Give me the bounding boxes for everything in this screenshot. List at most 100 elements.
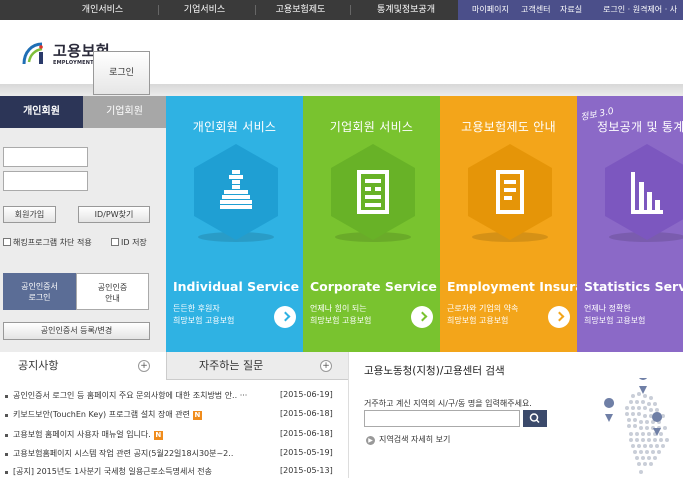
service-title: 고용보험제도 안내 [461, 120, 556, 134]
service-desc-2: 희망보험 고용보험 [310, 316, 372, 325]
region-search-input[interactable] [364, 410, 520, 427]
top-nav: 개인서비스 기업서비스 고용보험제도 통계및정보공개 마이페이지 고객센터 자료… [0, 0, 683, 20]
notice-text[interactable]: 키보드보안(TouchEn Key) 프로그램 설치 장애 관련 [13, 410, 190, 419]
bullet-icon [5, 395, 8, 398]
service-english-title: Statistics Service [584, 279, 683, 294]
save-id-label: ID 저장 [121, 238, 147, 247]
find-idpw-button[interactable]: ID/PW찾기 [78, 206, 150, 223]
tab-faq[interactable]: 자주하는 질문 + [166, 352, 348, 380]
bullet-icon [5, 471, 8, 474]
cert-guide-line2: 안내 [105, 294, 120, 303]
service-desc-2: 희망보험 고용보험 [447, 316, 509, 325]
notice-date: [2015-06-18] [280, 409, 333, 418]
new-badge: N [153, 431, 163, 440]
tab-corporate-member[interactable]: 기업회원 [83, 96, 166, 128]
cert-guide-button[interactable]: 공인인증안내 [76, 273, 149, 310]
bullet-icon [5, 434, 8, 437]
notice-text-wrap[interactable]: 고용보험 홈페이지 사용자 매뉴얼 입니다. N [13, 429, 163, 440]
service-title: 기업회원 서비스 [329, 120, 414, 134]
notice-text[interactable]: 고용보험홈페이지 시스템 작업 관련 공지(5월22일18시30분~2.. [13, 448, 233, 459]
notice-text[interactable]: [공지] 2015년도 1사분기 국세청 일용근로소득명세서 전송 [13, 466, 212, 477]
section-divider [348, 352, 349, 478]
utility-bar: 마이페이지 고객센터 자료실 로그인 · 원격제어 · 사 [458, 0, 683, 20]
notice-date: [2015-06-18] [280, 429, 333, 438]
list-item[interactable]: [공지] 2015년도 1사분기 국세청 일용근로소득명세서 전송 [2015-… [5, 466, 340, 478]
center-search-desc: 거주하고 계신 지역의 시/구/동 명을 입력해주세요. [364, 399, 532, 408]
bullet-icon [5, 414, 8, 417]
service-desc-2: 희망보험 고용보험 [173, 316, 235, 325]
notice-title: 공지사항 [18, 359, 59, 372]
person-icon [220, 170, 252, 209]
bullet-icon [5, 453, 8, 456]
individual-service-panel[interactable]: 개인회원 서비스 Individual Service 든든한 후원자 희망보험… [166, 96, 303, 352]
user-id-input[interactable] [3, 147, 88, 167]
region-search-detail-label: 지역검색 자세히 보기 [379, 435, 451, 444]
login-panel: 개인회원 기업회원 [0, 96, 166, 352]
cert-login-line1: 공인인증서 [21, 282, 58, 291]
customer-center-link[interactable]: 고객센터 [521, 0, 550, 20]
notice-text-wrap[interactable]: 키보드보안(TouchEn Key) 프로그램 설치 장애 관련 N [13, 409, 202, 420]
nav-corporate-services[interactable]: 기업서비스 [162, 0, 247, 20]
plus-icon[interactable]: + [320, 360, 332, 372]
employment-insurance-panel[interactable]: 고용보험제도 안내 Employment Insurance 근로자와 기업의 … [440, 96, 577, 352]
corporate-service-panel[interactable]: 기업회원 서비스 Corporate Service 언제나 힘이 되는 희망보… [303, 96, 440, 352]
service-desc-1: 언제나 정확한 [584, 304, 631, 313]
service-desc-2: 희망보험 고용보험 [584, 316, 646, 325]
mypage-link[interactable]: 마이페이지 [472, 0, 509, 20]
service-title: 정보공개 및 통계 [597, 120, 683, 134]
nav-divider [255, 5, 256, 15]
notice-date: [2015-06-19] [280, 390, 333, 399]
join-button[interactable]: 회원가입 [3, 206, 56, 223]
hacking-block-label: 해킹프로그램 차단 적용 [13, 238, 92, 247]
cert-login-button[interactable]: 공인인증서로그인 [3, 273, 76, 310]
list-item[interactable]: 고용보험 홈페이지 사용자 매뉴얼 입니다. N [2015-06-18] [5, 429, 340, 442]
nav-divider [350, 5, 351, 15]
arrow-right-icon[interactable] [411, 306, 433, 328]
cert-register-button[interactable]: 공인인증서 등록/변경 [3, 322, 150, 340]
region-search-detail-link[interactable]: ▶ 지역검색 자세히 보기 [366, 434, 450, 445]
checkbox-icon[interactable] [3, 238, 11, 246]
center-search-title: 고용노동청(지청)/고용센터 검색 [364, 365, 505, 377]
arrow-right-icon[interactable] [274, 306, 296, 328]
service-title: 개인회원 서비스 [192, 120, 277, 134]
service-english-title: Individual Service [173, 279, 300, 294]
tab-notice[interactable]: 공지사항 + [0, 352, 166, 380]
page: 개인서비스 기업서비스 고용보험제도 통계및정보공개 마이페이지 고객센터 자료… [0, 0, 683, 478]
service-english-title: Employment Insurance [447, 279, 577, 294]
nav-insurance-system[interactable]: 고용보험제도 [258, 0, 343, 20]
archive-link[interactable]: 자료실 [560, 0, 582, 20]
cert-login-line2: 로그인 [28, 293, 51, 302]
service-desc-1: 근로자와 기업의 약속 [447, 304, 519, 313]
document-icon [496, 170, 524, 214]
building-icon [357, 170, 389, 214]
notice-date: [2015-05-19] [280, 448, 333, 457]
login-remote-links[interactable]: 로그인 · 원격제어 · 사 [603, 0, 677, 20]
nav-individual-services[interactable]: 개인서비스 [60, 0, 145, 20]
list-item[interactable]: 고용보험홈페이지 시스템 작업 관련 공지(5월22일18시30분~2.. [2… [5, 448, 340, 461]
checkbox-icon[interactable] [111, 238, 119, 246]
arrow-right-icon[interactable] [548, 306, 570, 328]
save-id-checkbox[interactable]: ID 저장 [111, 237, 147, 248]
list-item[interactable]: 키보드보안(TouchEn Key) 프로그램 설치 장애 관련 N [2015-… [5, 409, 340, 422]
logo-icon[interactable] [20, 38, 50, 68]
hacking-block-checkbox[interactable]: 해킹프로그램 차단 적용 [3, 237, 92, 248]
service-desc-1: 든든한 후원자 [173, 304, 220, 313]
korea-map-icon[interactable] [597, 378, 683, 478]
notice-text[interactable]: 공인인증서 로그인 등 홈페이지 주요 문의사항에 대한 조치방법 안.. ··… [13, 390, 247, 401]
plus-icon[interactable]: + [138, 360, 150, 372]
search-button[interactable] [523, 410, 547, 427]
new-badge: N [192, 411, 202, 420]
statistics-service-panel[interactable]: 정보공개 및 통계 Statistics Service 언제나 정확한 희망보… [577, 96, 683, 352]
cert-guide-line1: 공인인증 [97, 283, 128, 292]
arrow-right-icon: ▶ [366, 436, 375, 445]
list-item[interactable]: 공인인증서 로그인 등 홈페이지 주요 문의사항에 대한 조치방법 안.. ··… [5, 390, 340, 403]
nav-statistics[interactable]: 통계및정보공개 [356, 0, 456, 20]
password-input[interactable] [3, 171, 88, 191]
login-button[interactable]: 로그인 [93, 51, 150, 95]
notice-date: [2015-05-13] [280, 466, 333, 475]
tab-individual-member[interactable]: 개인회원 [0, 96, 83, 128]
notice-text[interactable]: 고용보험 홈페이지 사용자 매뉴얼 입니다. [13, 430, 151, 439]
nav-divider [158, 5, 159, 15]
service-english-title: Corporate Service [310, 279, 437, 294]
faq-title: 자주하는 질문 [199, 359, 264, 372]
